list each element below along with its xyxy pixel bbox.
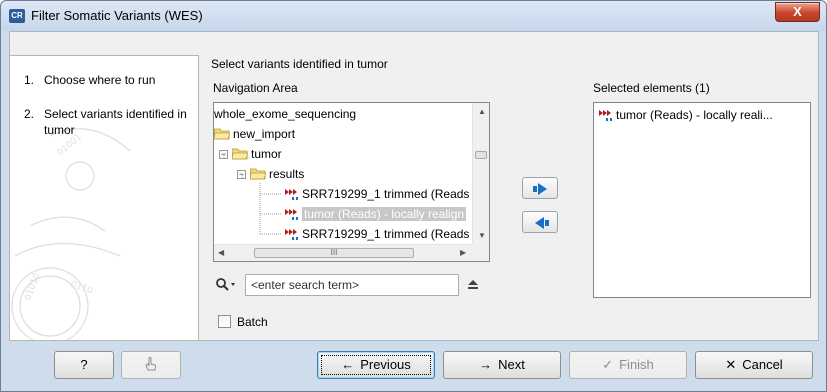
wizard-steps-panel: 01001 01010 0110 1. Choose where to run … xyxy=(9,55,199,341)
scroll-down-icon[interactable]: ▼ xyxy=(478,231,486,240)
batch-label: Batch xyxy=(237,315,268,329)
tree-vertical-scrollbar[interactable]: ▲ ▼ xyxy=(472,103,489,245)
open-folder-icon xyxy=(250,168,266,180)
arrow-left-icon xyxy=(535,217,549,229)
tree-item-results[interactable]: results xyxy=(250,165,304,183)
tree-item-new-import[interactable]: new_import xyxy=(214,125,295,143)
open-folder-icon xyxy=(214,128,230,140)
selected-elements-list[interactable]: tumor (Reads) - locally reali... xyxy=(593,102,811,298)
vertical-scroll-thumb[interactable] xyxy=(475,151,487,159)
arrow-left-icon: ← xyxy=(341,357,355,372)
dialog-window: CR Filter Somatic Variants (WES) X 01001… xyxy=(0,0,827,392)
selected-item[interactable]: tumor (Reads) - locally reali... xyxy=(598,106,773,124)
app-icon: CR xyxy=(9,9,25,23)
cancel-button-label: Cancel xyxy=(742,357,783,372)
add-to-selected-button[interactable] xyxy=(522,177,558,199)
tree-item-reads-1[interactable]: SRR719299_1 trimmed (Reads xyxy=(284,185,469,203)
tree-item-tumor-reads[interactable]: tumor (Reads) - locally realign xyxy=(284,205,467,223)
tree-item-label: whole_exome_sequencing xyxy=(214,107,357,121)
scroll-corner xyxy=(472,244,489,261)
previous-button-label: Previous xyxy=(360,357,411,372)
tree-item-label: results xyxy=(269,167,305,181)
remove-from-selected-button[interactable] xyxy=(522,211,558,233)
search-input[interactable]: <enter search term> xyxy=(245,274,459,296)
reads-track-icon xyxy=(599,110,612,121)
open-folder-icon xyxy=(232,148,248,160)
svg-text:0110: 0110 xyxy=(69,279,94,296)
title-bar[interactable]: CR Filter Somatic Variants (WES) X xyxy=(1,1,826,31)
finish-button[interactable]: ✓ Finish xyxy=(569,351,687,379)
checkmark-icon: ✓ xyxy=(602,357,614,372)
eject-clear-icon[interactable] xyxy=(466,278,480,292)
collapse-icon[interactable]: − xyxy=(237,170,246,179)
next-button-label: Next xyxy=(498,357,525,372)
reads-track-icon xyxy=(285,189,298,200)
tree-item-label: SRR719299_1 trimmed (Reads xyxy=(302,227,470,241)
horizontal-scroll-thumb[interactable]: III xyxy=(254,248,414,258)
arrow-right-icon: → xyxy=(479,357,493,372)
scroll-right-icon[interactable]: ▶ xyxy=(460,248,466,257)
finish-button-label: Finish xyxy=(619,357,654,372)
step-heading: Select variants identified in tumor xyxy=(211,57,388,71)
step-1-label: Choose where to run xyxy=(44,73,156,87)
step-2-label: Select variants identified in tumor xyxy=(44,107,187,137)
window-title: Filter Somatic Variants (WES) xyxy=(31,8,203,23)
help-button-label: ? xyxy=(80,357,88,372)
previous-button[interactable]: ← Previous xyxy=(317,351,435,379)
cancel-button[interactable]: ✕ Cancel xyxy=(695,351,813,379)
decorative-watermark-icon: 01001 01010 0110 xyxy=(11,128,131,340)
hand-pointer-icon xyxy=(145,357,156,371)
reads-track-icon xyxy=(285,229,298,240)
tree-item-whole-exome-sequencing[interactable]: whole_exome_sequencing xyxy=(214,105,356,123)
tree-item-label: new_import xyxy=(233,127,296,141)
navigation-tree[interactable]: whole_exome_sequencing new_import − tumo… xyxy=(213,102,490,262)
selected-item-label: tumor (Reads) - locally reali... xyxy=(616,108,773,122)
tree-item-label: tumor (Reads) - locally realign xyxy=(302,207,467,221)
cancel-x-icon: ✕ xyxy=(725,357,737,372)
svg-text:01010: 01010 xyxy=(23,271,42,302)
scroll-left-icon[interactable]: ◀ xyxy=(218,248,224,257)
tree-item-reads-2[interactable]: SRR719299_1 trimmed (Reads xyxy=(284,225,469,243)
navigation-area-label: Navigation Area xyxy=(213,81,298,95)
tree-item-label: tumor xyxy=(251,147,282,161)
reads-track-icon xyxy=(285,209,298,220)
arrow-right-icon xyxy=(533,183,547,195)
step-2-number: 2. xyxy=(24,107,35,121)
search-icon[interactable] xyxy=(215,277,239,293)
tree-item-tumor[interactable]: tumor xyxy=(232,145,282,163)
reset-button[interactable] xyxy=(121,351,181,379)
tree-item-label: SRR719299_1 trimmed (Reads xyxy=(302,187,470,201)
next-button[interactable]: → Next xyxy=(443,351,561,379)
step-1-number: 1. xyxy=(24,73,35,87)
scroll-up-icon[interactable]: ▲ xyxy=(478,107,486,116)
collapse-icon[interactable]: − xyxy=(219,150,228,159)
help-button[interactable]: ? xyxy=(54,351,114,379)
batch-checkbox[interactable] xyxy=(218,315,231,328)
close-button[interactable]: X xyxy=(775,2,820,22)
tree-horizontal-scrollbar[interactable]: ◀ III ▶ xyxy=(214,244,474,261)
selected-elements-label: Selected elements (1) xyxy=(593,81,710,95)
